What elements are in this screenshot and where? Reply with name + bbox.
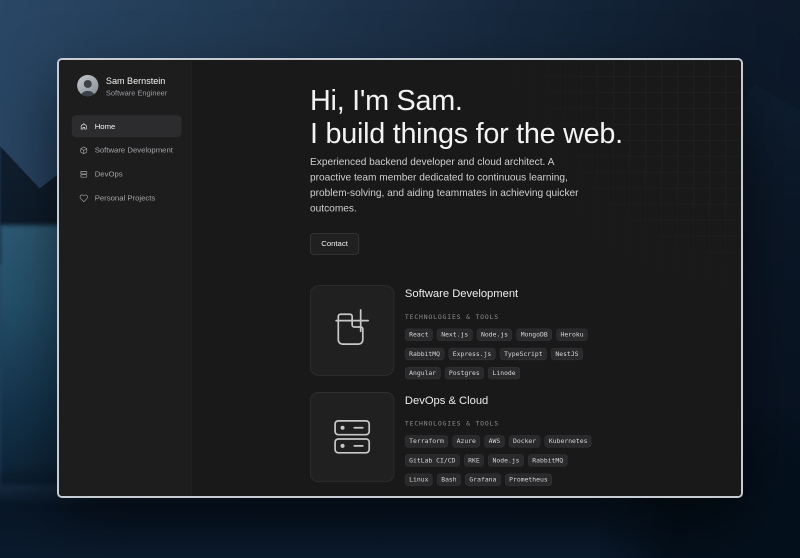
contact-button[interactable]: Contact [310,233,359,254]
tech-tag: Prometheus [505,473,552,485]
tech-tag: Bash [437,473,461,485]
tech-tag: Postgres [445,367,484,379]
tech-tag: AWS [484,435,504,447]
section-devops-cloud: DevOps & Cloud TECHNOLOGIES & TOOLS Terr… [310,392,741,486]
sidebar-item-label: Home [95,122,116,131]
tech-tag: Terraform [405,435,448,447]
avatar [77,75,98,96]
tech-tag: RabbitMQ [405,348,444,360]
sidebar-item-software-development[interactable]: Software Development [72,139,182,161]
tech-tag: Heroku [556,328,588,340]
sidebar-item-label: DevOps [95,170,123,179]
section-icon-tile [310,285,394,375]
tech-tag: TypeScript [500,348,547,360]
tech-tag: NestJS [551,348,583,360]
hero-description: Experienced backend developer and cloud … [310,155,579,217]
sidebar-nav: Home Software Development [72,115,182,209]
sidebar-item-label: Software Development [95,146,173,155]
person-silhouette-icon [77,77,98,96]
tech-tag: Azure [452,435,480,447]
tech-tag: Grafana [465,473,500,485]
profile-name: Sam Bernstein [106,76,167,87]
sidebar: Sam Bernstein Software Engineer Home [59,60,192,496]
section-title: Software Development [405,287,594,300]
tech-tag: Node.js [477,328,512,340]
tech-tag: Angular [405,367,440,379]
section-title: DevOps & Cloud [405,394,594,407]
main-content: Hi, I'm Sam. I build things for the web.… [192,60,742,496]
server-icon [79,170,88,179]
server-stack-icon [322,407,382,467]
tech-tag: Express.js [449,348,496,360]
tech-tag: Next.js [437,328,472,340]
section-icon-tile [310,392,394,482]
cube-icon [79,146,88,155]
tech-tag: Node.js [488,454,523,466]
heart-icon [79,194,88,203]
home-icon [79,122,88,131]
tag-list: React Next.js Node.js MongoDB Heroku RabbitMQ… [405,328,594,379]
portfolio-window: Sam Bernstein Software Engineer Home [57,58,743,498]
sidebar-item-personal-projects[interactable]: Personal Projects [72,187,182,209]
tech-tag: RabbitMQ [528,454,567,466]
tech-tag: React [405,328,433,340]
section-software-development: Software Development TECHNOLOGIES & TOOL… [310,285,741,379]
profile-block: Sam Bernstein Software Engineer [72,75,182,97]
tools-label: TECHNOLOGIES & TOOLS [405,313,594,320]
tech-tag: Kubernetes [545,435,592,447]
tag-list: Terraform Azure AWS Docker Kubernetes GitLab … [405,435,594,486]
tech-tag: Linux [405,473,433,485]
code-blocks-icon [322,300,382,360]
hero-heading: Hi, I'm Sam. I build things for the web. [310,84,741,150]
tech-tag: GitLab CI/CD [405,454,460,466]
desktop-wallpaper: Sam Bernstein Software Engineer Home [0,0,800,558]
tools-label: TECHNOLOGIES & TOOLS [405,420,594,427]
tech-tag: MongoDB [516,328,551,340]
profile-role: Software Engineer [106,89,167,98]
sidebar-item-home[interactable]: Home [72,115,182,137]
tech-tag: Docker [509,435,541,447]
sidebar-item-devops[interactable]: DevOps [72,163,182,185]
tech-tag: Linode [488,367,520,379]
tech-tag: RKE [464,454,484,466]
hero-heading-line2: I build things for the web. [310,117,741,150]
sidebar-item-label: Personal Projects [95,194,156,203]
hero-heading-line1: Hi, I'm Sam. [310,84,741,117]
